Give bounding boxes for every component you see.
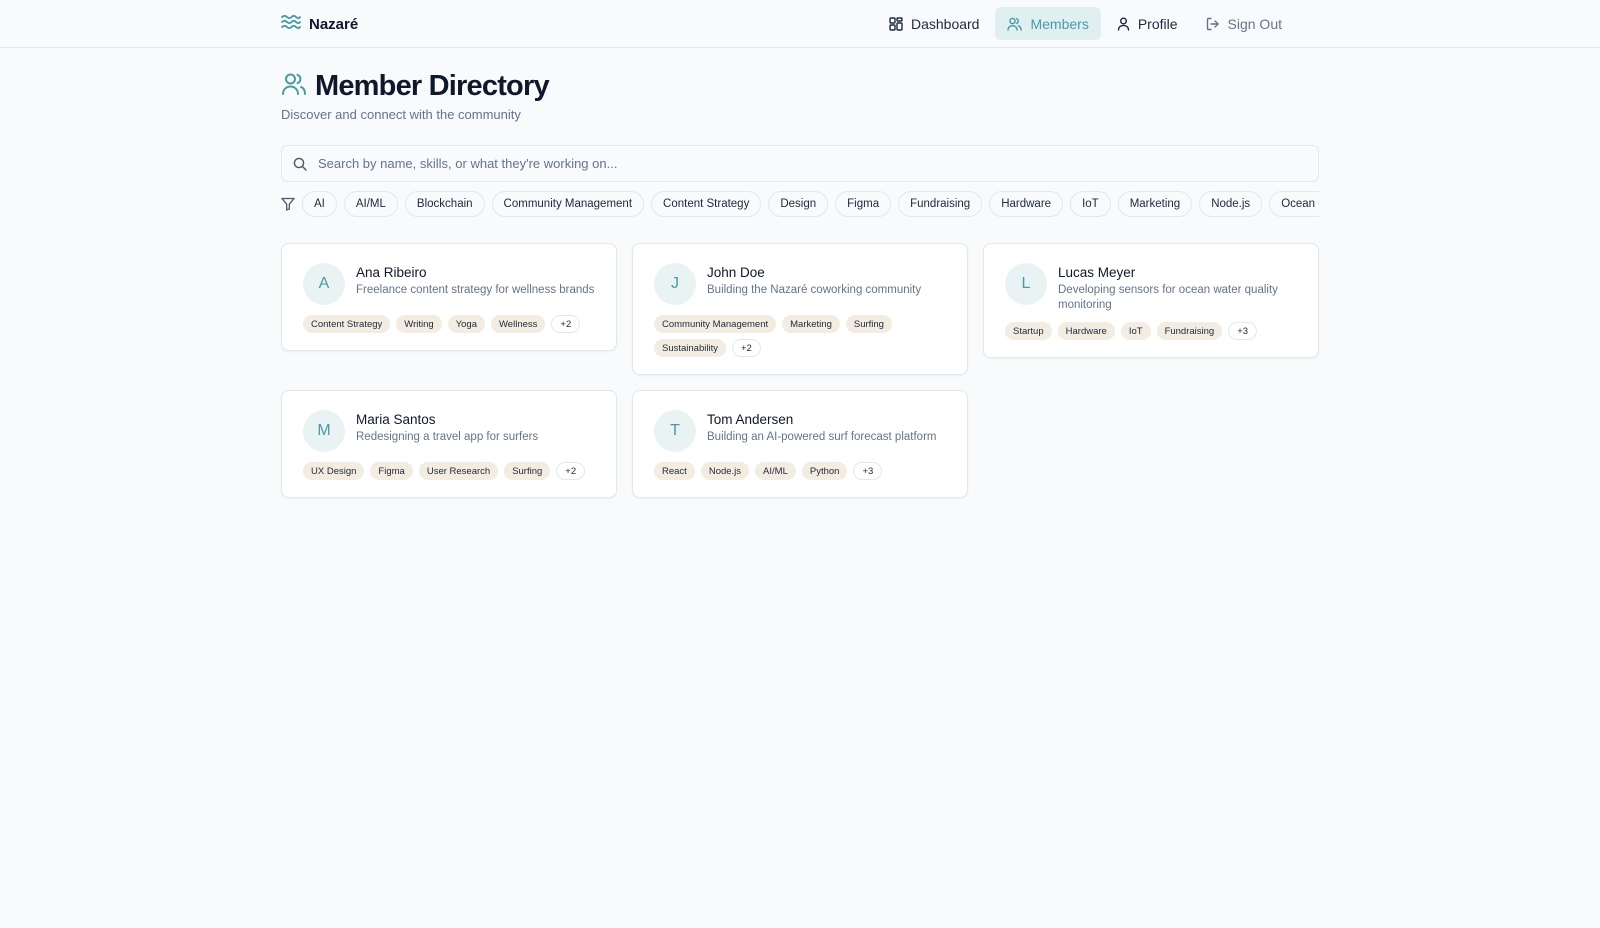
more-tags-badge: +3 xyxy=(1228,322,1258,340)
waves-icon xyxy=(281,14,301,35)
member-name: Lucas Meyer xyxy=(1058,265,1136,280)
member-bio: Freelance content strategy for wellness … xyxy=(356,284,595,296)
page-title: Member Directory xyxy=(315,70,550,102)
member-tags: UX Design Figma User Research Surfing +2 xyxy=(303,462,595,480)
user-icon xyxy=(1117,17,1130,31)
filter-chip[interactable]: Blockchain xyxy=(404,191,485,217)
filter-chip[interactable]: Node.js xyxy=(1199,191,1263,217)
nav-profile-label: Profile xyxy=(1137,15,1178,32)
sign-out-icon xyxy=(1206,17,1220,31)
more-tags-badge: +2 xyxy=(731,339,761,357)
skill-tag: Hardware xyxy=(1057,322,1115,340)
skill-tag: UX Design xyxy=(303,462,365,480)
skill-tag: Writing xyxy=(396,315,442,333)
avatar: M xyxy=(303,410,345,452)
skill-tag: Yoga xyxy=(447,315,486,333)
member-card[interactable]: L Lucas Meyer Developing sensors for oce… xyxy=(983,243,1319,358)
member-bio: Redesigning a travel app for surfers xyxy=(356,431,539,443)
page-header: Member Directory xyxy=(281,70,550,103)
filter-chip[interactable]: Ocean Conservation xyxy=(1269,191,1319,217)
member-name: Ana Ribeiro xyxy=(356,265,427,280)
avatar: J xyxy=(654,263,696,305)
nav-members-label: Members xyxy=(1030,15,1089,32)
avatar: A xyxy=(303,263,345,305)
member-bio: Developing sensors for ocean water quali… xyxy=(1058,284,1278,311)
skill-tag: Community Management xyxy=(654,315,777,333)
member-card[interactable]: J John Doe Building the Nazaré coworking… xyxy=(632,243,968,375)
member-card[interactable]: M Maria Santos Redesigning a travel app … xyxy=(281,390,617,498)
dashboard-icon xyxy=(889,16,903,31)
search-box xyxy=(281,145,1319,182)
nav-members[interactable]: Members xyxy=(995,7,1101,40)
filter-chip[interactable]: Figma xyxy=(835,191,892,217)
skill-tag: React xyxy=(654,462,695,480)
member-bio: Building an AI-powered surf forecast pla… xyxy=(707,431,937,443)
nav-sign-out[interactable]: Sign Out xyxy=(1194,7,1294,40)
skill-tag: Surfing xyxy=(504,462,551,480)
skill-tag: User Research xyxy=(418,462,499,480)
member-name: John Doe xyxy=(707,265,765,280)
more-tags-badge: +2 xyxy=(551,315,581,333)
filter-chip[interactable]: Design xyxy=(768,191,829,217)
skill-tag: AI/ML xyxy=(755,462,796,480)
member-card[interactable]: A Ana Ribeiro Freelance content strategy… xyxy=(281,243,617,351)
avatar: T xyxy=(654,410,696,452)
member-tags: Content Strategy Writing Yoga Wellness +… xyxy=(303,315,595,333)
skill-tag: IoT xyxy=(1120,322,1151,340)
member-tags: Startup Hardware IoT Fundraising +3 xyxy=(1005,322,1297,340)
skill-tag: Marketing xyxy=(782,315,840,333)
brand[interactable]: Nazaré xyxy=(281,12,358,36)
filter-chip[interactable]: Hardware xyxy=(989,191,1064,217)
filter-tags: AI AI/ML Blockchain Community Management… xyxy=(302,191,1319,218)
member-bio: Building the Nazaré coworking community xyxy=(707,284,922,296)
member-tags: React Node.js AI/ML Python +3 xyxy=(654,462,946,480)
filter-chip[interactable]: AI/ML xyxy=(343,191,398,217)
users-icon xyxy=(1007,17,1023,31)
skill-tag: Surfing xyxy=(845,315,892,333)
top-navbar: Nazaré Dashboard Members Profile Sign Ou… xyxy=(0,0,1600,48)
skill-tag: Python xyxy=(801,462,848,480)
page-subtitle: Discover and connect with the community xyxy=(281,107,521,122)
skill-tag: Sustainability xyxy=(654,339,726,357)
skill-tag: Startup xyxy=(1005,322,1052,340)
filter-chip[interactable]: Content Strategy xyxy=(651,191,762,217)
skill-tag: Fundraising xyxy=(1156,322,1223,340)
filter-chip[interactable]: AI xyxy=(302,191,337,217)
nav-dashboard-label: Dashboard xyxy=(910,15,980,32)
main-nav: Dashboard Members Profile Sign Out xyxy=(877,7,1294,40)
skill-tag: Figma xyxy=(370,462,413,480)
nav-sign-out-label: Sign Out xyxy=(1227,15,1282,32)
more-tags-badge: +2 xyxy=(556,462,586,480)
skill-tag: Content Strategy xyxy=(303,315,391,333)
nav-dashboard[interactable]: Dashboard xyxy=(877,7,992,40)
member-name: Maria Santos xyxy=(356,412,436,427)
filter-chip[interactable]: IoT xyxy=(1070,191,1111,217)
brand-name: Nazaré xyxy=(309,15,359,33)
avatar: L xyxy=(1005,263,1047,305)
member-card[interactable]: T Tom Andersen Building an AI-powered su… xyxy=(632,390,968,498)
member-tags: Community Management Marketing Surfing S… xyxy=(654,315,946,357)
member-name: Tom Andersen xyxy=(707,412,794,427)
search-input[interactable] xyxy=(318,146,1308,181)
filter-chip[interactable]: Marketing xyxy=(1117,191,1193,217)
more-tags-badge: +3 xyxy=(853,462,883,480)
skill-tag: Node.js xyxy=(700,462,750,480)
users-icon xyxy=(281,72,307,101)
nav-profile[interactable]: Profile xyxy=(1105,7,1190,40)
filter-icon xyxy=(281,197,295,216)
filter-chip[interactable]: Fundraising xyxy=(898,191,983,217)
skill-tag: Wellness xyxy=(491,315,546,333)
filter-chip[interactable]: Community Management xyxy=(491,191,645,217)
